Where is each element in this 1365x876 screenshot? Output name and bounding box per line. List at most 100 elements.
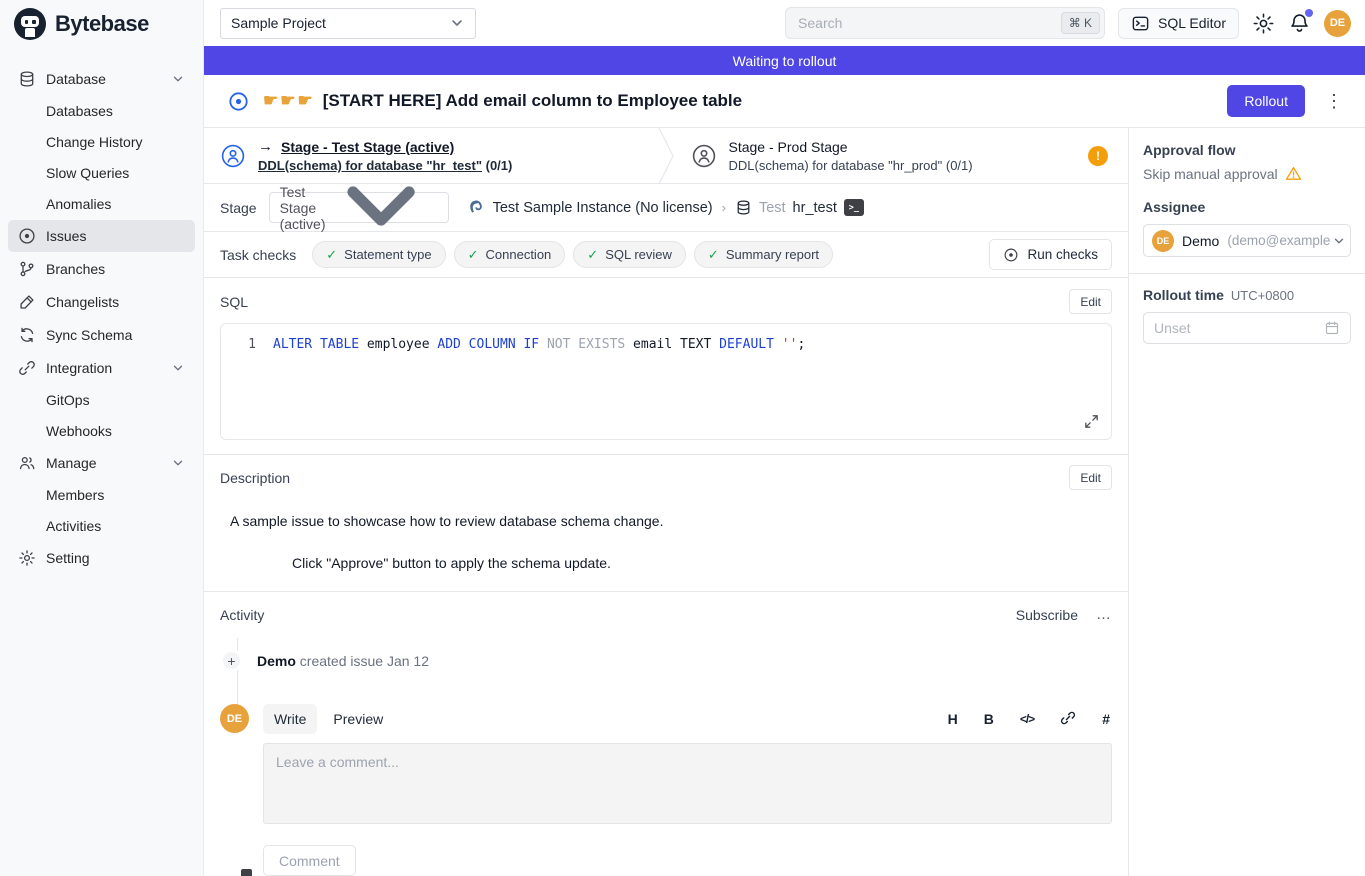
project-selector[interactable]: Sample Project bbox=[220, 8, 476, 39]
stage-select[interactable]: Test Stage (active) bbox=[269, 192, 449, 223]
description-text: A sample issue to showcase how to review… bbox=[230, 513, 1112, 529]
sidebar-item-label: Slow Queries bbox=[46, 165, 129, 181]
sidebar-item-gitops[interactable]: GitOps bbox=[8, 385, 195, 415]
sidebar-item-branches[interactable]: Branches bbox=[8, 253, 195, 285]
editor-tabs: Write Preview H B </> # bbox=[263, 704, 1112, 734]
sidebar-item-label: Sync Schema bbox=[46, 327, 132, 343]
settings-gear-icon[interactable] bbox=[1252, 12, 1275, 35]
sidebar-item-slow-queries[interactable]: Slow Queries bbox=[8, 158, 195, 188]
terminal-icon bbox=[1131, 14, 1150, 33]
breadcrumb-separator: › bbox=[722, 200, 726, 215]
search-input[interactable] bbox=[785, 7, 1105, 39]
code-icon[interactable]: </> bbox=[1020, 712, 1034, 726]
issue-title: ☛☛☛ [START HERE] Add email column to Emp… bbox=[263, 91, 742, 111]
description-edit-button[interactable]: Edit bbox=[1069, 465, 1112, 490]
rollout-time-input[interactable]: Unset bbox=[1143, 312, 1351, 344]
sidebar-item-activities[interactable]: Activities bbox=[8, 511, 195, 541]
timezone-label: UTC+0800 bbox=[1231, 288, 1294, 303]
sql-editor-button[interactable]: SQL Editor bbox=[1118, 8, 1239, 39]
chevron-down-icon bbox=[171, 72, 185, 86]
database-icon bbox=[735, 199, 752, 216]
check-pill-label: Statement type bbox=[344, 247, 431, 262]
sidebar-item-database[interactable]: Database bbox=[8, 63, 195, 95]
stage-task: DDL(schema) for database "hr_prod" bbox=[729, 158, 943, 173]
comment-input[interactable] bbox=[263, 743, 1112, 824]
link-icon[interactable] bbox=[1060, 710, 1076, 729]
check-icon: ✓ bbox=[468, 247, 479, 263]
sql-statement: ALTER TABLE employee ADD COLUMN IF NOT E… bbox=[273, 335, 805, 354]
sync-icon bbox=[18, 326, 36, 344]
sidebar-item-anomalies[interactable]: Anomalies bbox=[8, 189, 195, 219]
sidebar-item-label: GitOps bbox=[46, 392, 90, 408]
sidebar-item-members[interactable]: Members bbox=[8, 480, 195, 510]
rollout-time-placeholder: Unset bbox=[1154, 320, 1191, 336]
current-stage-arrow: → bbox=[258, 138, 273, 155]
issue-header: ☛☛☛ [START HERE] Add email column to Emp… bbox=[204, 75, 1365, 128]
check-pill-summary-report[interactable]: ✓Summary report bbox=[694, 241, 833, 268]
tab-preview[interactable]: Preview bbox=[322, 704, 394, 734]
sidebar-item-sync-schema[interactable]: Sync Schema bbox=[8, 319, 195, 351]
sql-section: SQL Edit 1 ALTER TABLE employee ADD COLU… bbox=[204, 278, 1128, 455]
user-avatar[interactable]: DE bbox=[1324, 10, 1351, 37]
run-checks-button[interactable]: Run checks bbox=[989, 239, 1112, 270]
instance-name[interactable]: Test Sample Instance (No license) bbox=[493, 200, 713, 216]
heading-icon[interactable]: H bbox=[948, 711, 958, 727]
check-icon: ✓ bbox=[326, 247, 337, 263]
description-section: Description Edit A sample issue to showc… bbox=[204, 455, 1128, 592]
stage-warning-icon: ! bbox=[1088, 146, 1108, 166]
tab-write[interactable]: Write bbox=[263, 704, 317, 734]
hash-icon[interactable]: # bbox=[1102, 711, 1110, 727]
check-pill-statement-type[interactable]: ✓ Statement type bbox=[312, 241, 445, 268]
check-icon: ✓ bbox=[587, 247, 598, 263]
stage-separator bbox=[658, 128, 675, 183]
check-icon: ✓ bbox=[708, 247, 719, 263]
kebab-menu-icon[interactable]: ⋮ bbox=[1319, 91, 1349, 112]
sidebar-nav: DatabaseDatabases Change History Slow Quer… bbox=[0, 48, 203, 574]
topbar: Sample Project ⌘ K SQL Editor bbox=[204, 0, 1365, 46]
chevron-down-icon bbox=[171, 456, 185, 470]
sidebar-item-databases[interactable]: Databases bbox=[8, 96, 195, 126]
check-pill-sql-review[interactable]: ✓SQL review bbox=[573, 241, 686, 268]
comment-button[interactable]: Comment bbox=[263, 845, 356, 876]
sidebar-item-label: Integration bbox=[46, 360, 112, 376]
database-name[interactable]: hr_test bbox=[793, 200, 837, 216]
sidebar-item-webhooks[interactable]: Webhooks bbox=[8, 416, 195, 446]
database-icon bbox=[18, 70, 36, 88]
sidebar-item-label: Change History bbox=[46, 134, 143, 150]
sidebar-item-setting[interactable]: Setting bbox=[8, 542, 195, 574]
bold-icon[interactable]: B bbox=[984, 711, 994, 727]
sidebar-item-manage[interactable]: Manage bbox=[8, 447, 195, 479]
issue-title-text: [START HERE] Add email column to Employe… bbox=[323, 91, 742, 111]
rollout-time-label: Rollout time bbox=[1143, 287, 1224, 303]
event-actor: Demo bbox=[257, 653, 296, 669]
stage-card-prod[interactable]: Stage - Prod Stage DDL(schema) for datab… bbox=[675, 128, 1129, 183]
open-in-sql-editor-icon[interactable]: >_ bbox=[844, 199, 864, 216]
event-text: created issue Jan 12 bbox=[300, 653, 429, 669]
sql-edit-button[interactable]: Edit bbox=[1069, 289, 1112, 314]
sql-code-editor[interactable]: 1 ALTER TABLE employee ADD COLUMN IF NOT… bbox=[220, 323, 1112, 440]
notification-bell-icon[interactable] bbox=[1288, 12, 1311, 35]
changelist-icon bbox=[18, 293, 36, 311]
sidebar-item-label: Activities bbox=[46, 518, 101, 534]
expand-icon[interactable] bbox=[1083, 413, 1100, 430]
assignee-select[interactable]: DE Demo (demo@example bbox=[1143, 224, 1351, 257]
subscribe-button[interactable]: Subscribe bbox=[1016, 607, 1078, 623]
markdown-toolbar: H B </> # bbox=[948, 710, 1112, 729]
activity-more-icon[interactable]: … bbox=[1096, 606, 1112, 623]
sidebar-item-integration[interactable]: Integration bbox=[8, 352, 195, 384]
activity-event: + Demo created issue Jan 12 bbox=[220, 649, 1112, 672]
rollout-button[interactable]: Rollout bbox=[1227, 85, 1305, 117]
sidebar-item-label: Issues bbox=[46, 228, 86, 244]
sidebar-item-label: Webhooks bbox=[46, 423, 112, 439]
task-checks-label: Task checks bbox=[220, 247, 296, 263]
sidebar-item-issues[interactable]: Issues bbox=[8, 220, 195, 252]
comment-editor: DE Write Preview HB</># Comment bbox=[220, 704, 1112, 876]
sidebar-item-changelists[interactable]: Changelists bbox=[8, 286, 195, 318]
main-area: Sample Project ⌘ K SQL Editor bbox=[204, 0, 1365, 876]
users-icon bbox=[18, 454, 36, 472]
logo-face bbox=[21, 16, 39, 27]
sidebar-item-change-history[interactable]: Change History bbox=[8, 127, 195, 157]
brand-logo[interactable]: Bytebase bbox=[0, 0, 203, 48]
check-pill-connection[interactable]: ✓Connection bbox=[454, 241, 566, 268]
chevron-down-icon bbox=[449, 15, 465, 31]
